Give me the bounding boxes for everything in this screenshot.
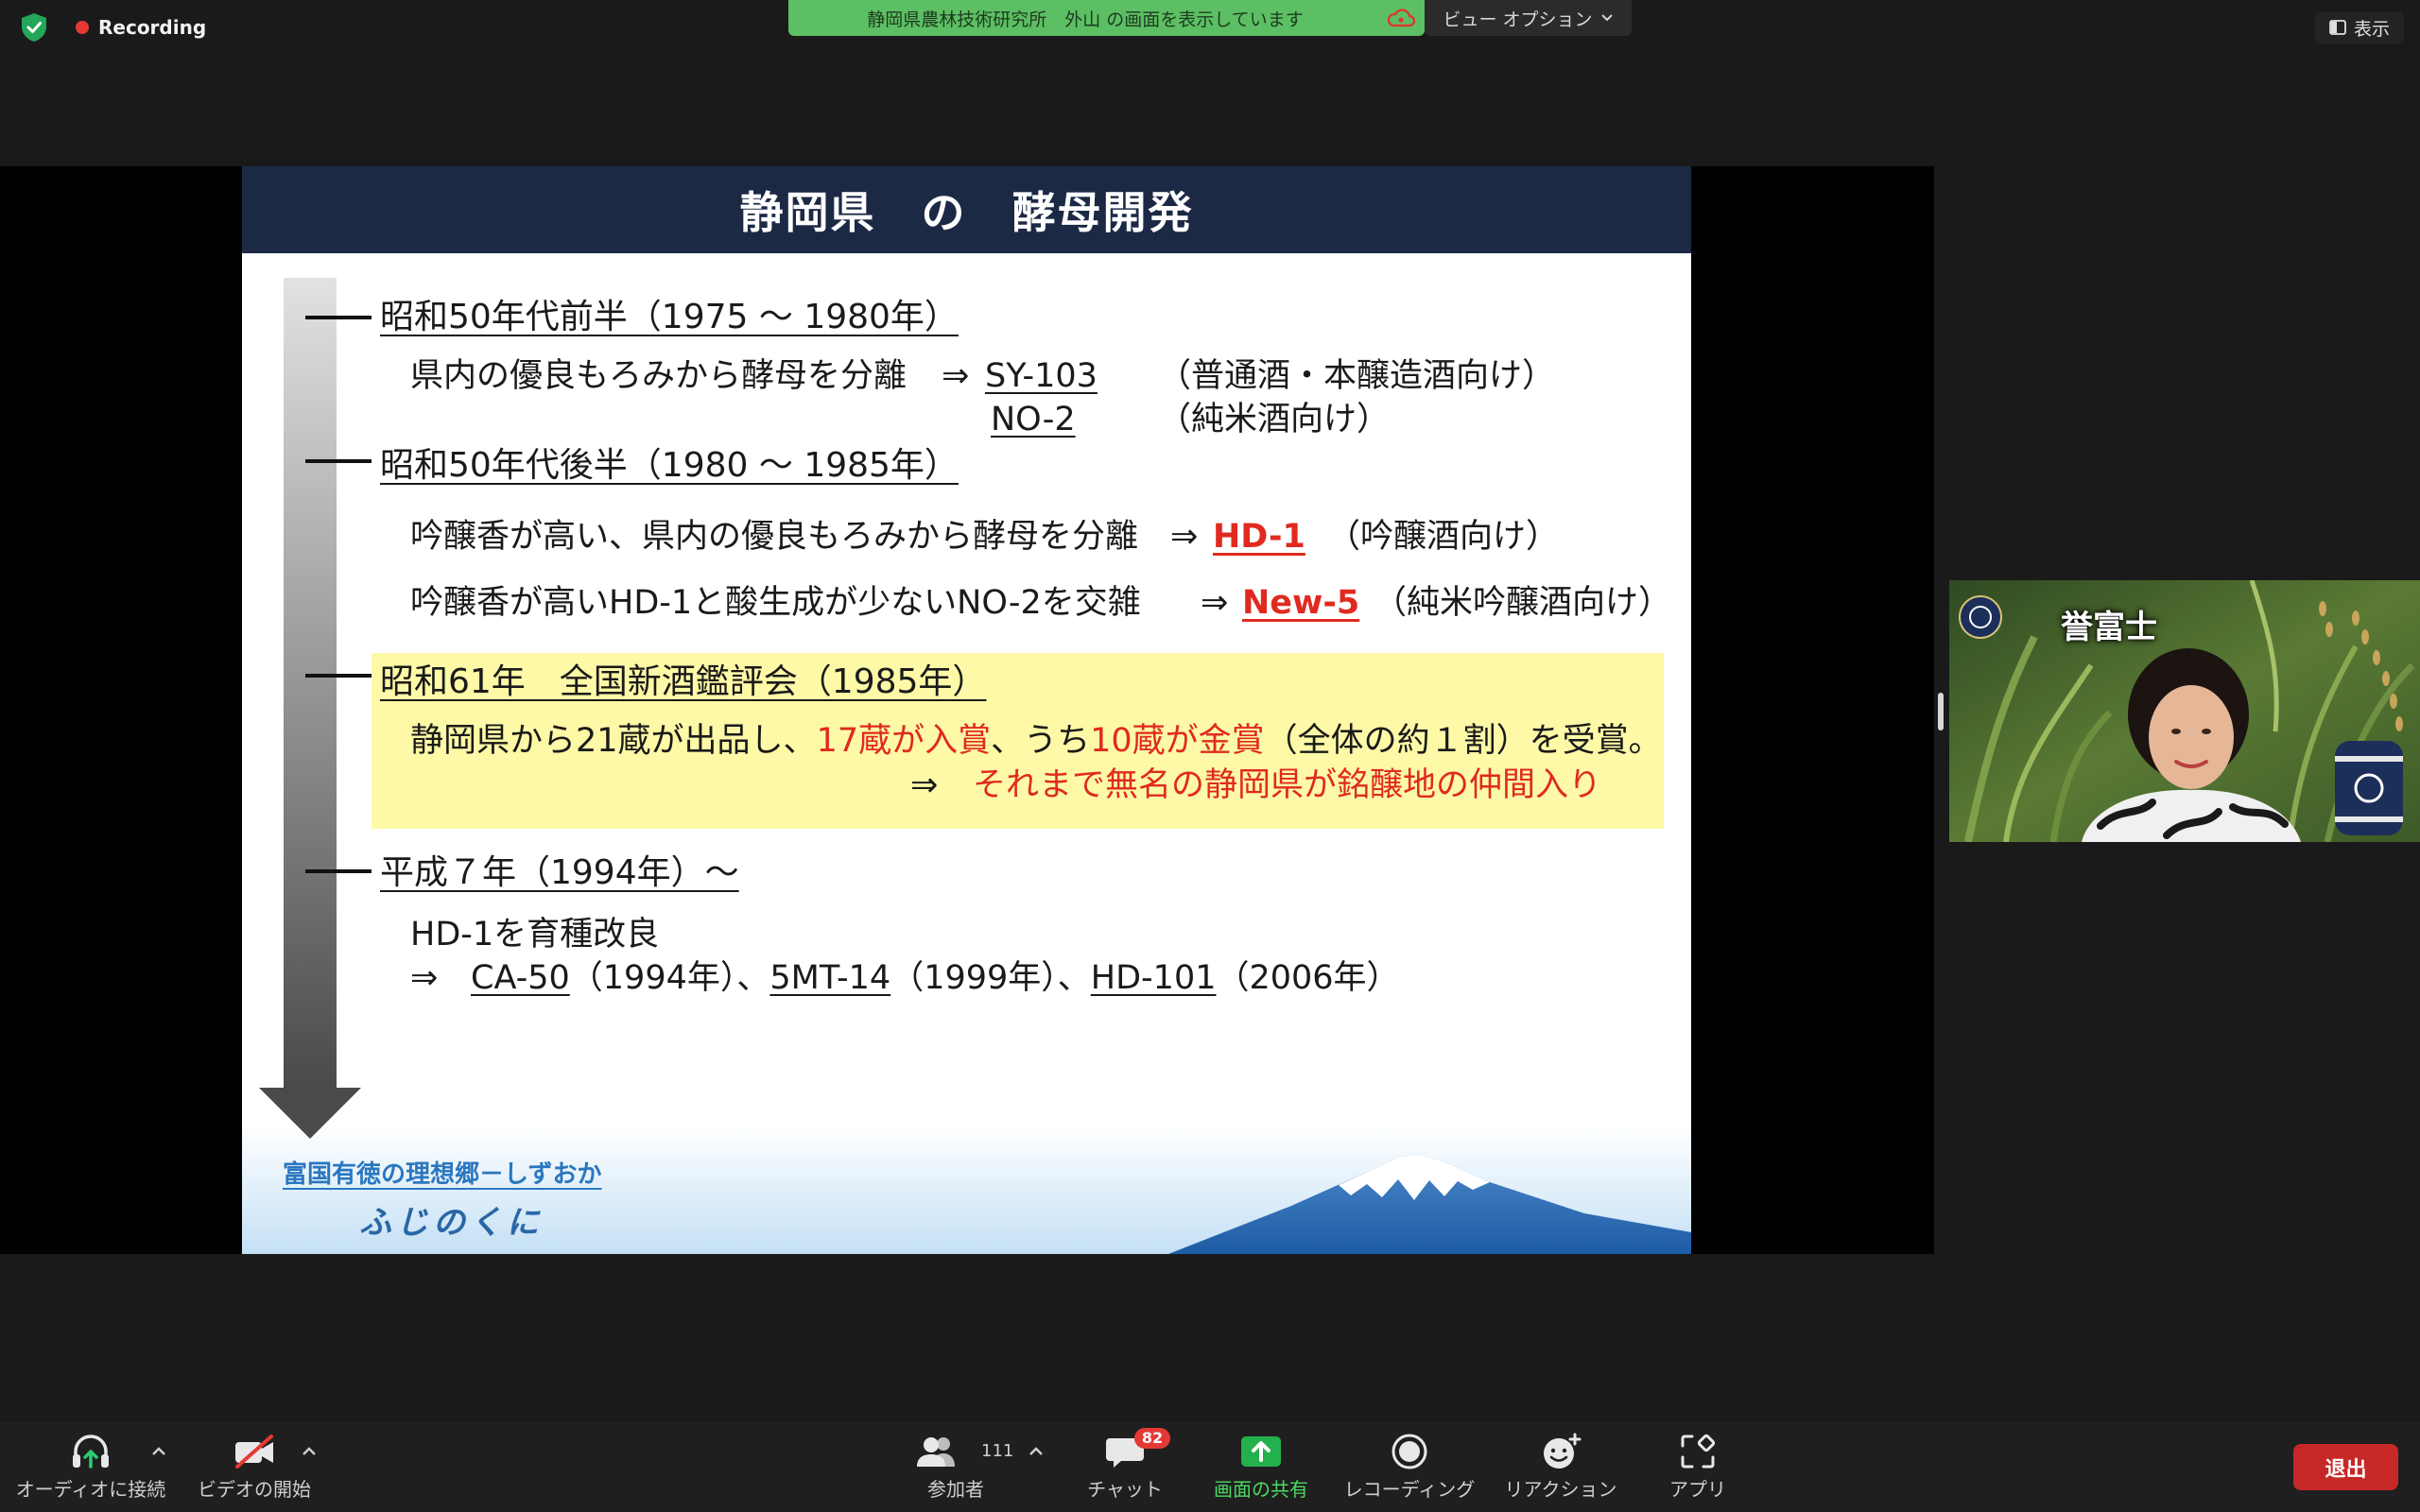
era3-heading: 昭和61年 全国新酒鑑評会（1985年） (380, 662, 987, 701)
era2-line1-text: 吟醸香が高い、県内の優良もろみから酵母を分離 (410, 518, 1139, 556)
recording-dot-icon (76, 21, 89, 34)
footer-brand: ふじのくに (359, 1204, 544, 1242)
record-label: レコーディング (1343, 1478, 1476, 1501)
era3-award-count: 17蔵が入賞 (816, 722, 992, 760)
view-options-button[interactable]: ビュー オプション (1425, 0, 1632, 36)
era4-year-1: （1994年） (569, 959, 737, 997)
panel-resize-handle[interactable] (1938, 693, 1944, 730)
era1-line1-note: （普通酒・本醸造酒向け） (1158, 357, 1556, 395)
era3-line2-arrow: ⇒ (910, 766, 939, 804)
era2-line1-note: （吟醸酒向け） (1327, 518, 1560, 556)
era2-line1-arrow: ⇒ (1170, 518, 1199, 556)
apps-label: アプリ (1669, 1478, 1726, 1501)
participant-video-tile[interactable]: 誉富士 (1949, 580, 2420, 842)
slide-header: 静岡県 の 酵母開発 (242, 166, 1691, 253)
participants-icon (915, 1435, 959, 1469)
recording-indicator[interactable]: Recording (76, 15, 206, 40)
era4-line2-arrow: ⇒ (410, 959, 439, 997)
participant-video-feed (1949, 580, 2420, 842)
era2-heading: 昭和50年代後半（1980 ～ 1985年） (380, 446, 959, 485)
timeline-bar (284, 278, 337, 1088)
era3-line1: 静岡県から21蔵が出品し、17蔵が入賞、うち10蔵が金賞（全体の約１割）を受賞。 (410, 720, 1662, 762)
era1-heading: 昭和50年代前半（1975 ～ 1980年） (380, 298, 959, 336)
display-label: 表示 (2353, 18, 2390, 40)
side-panel-icon (2329, 19, 2346, 36)
shared-slide: 静岡県 の 酵母開発 昭和50年代前半（1975 ～ 1980年） 県内の優良も… (242, 166, 1691, 1254)
era4-line1: HD-1を育種改良 (410, 916, 660, 954)
start-video-label: ビデオの開始 (198, 1478, 311, 1501)
era2-line2-text: 吟醸香が高いHD-1と酸生成が少ないNO-2を交雑 (410, 584, 1141, 622)
share-screen-icon (1240, 1435, 1282, 1468)
reactions-button[interactable]: リアクション (1490, 1427, 1632, 1508)
slide-title: 静岡県 の 酵母開発 (739, 187, 1194, 238)
era4-strain-hd101: HD-101 (1090, 959, 1217, 997)
start-video-button[interactable]: ビデオの開始 (188, 1427, 320, 1508)
record-button[interactable]: レコーディング (1333, 1427, 1486, 1508)
video-overlay-text: 誉富士 (2061, 609, 2157, 646)
participants-count: 111 (981, 1441, 1014, 1461)
era4-separator: 、 (736, 959, 770, 997)
display-toggle-button[interactable]: 表示 (2315, 11, 2404, 43)
chevron-down-icon (1600, 13, 1614, 23)
era4-heading: 平成７年（1994年）～ (380, 853, 739, 892)
leave-button[interactable]: 退出 (2293, 1444, 2398, 1490)
era4-strain-5mt14: 5MT-14 (769, 959, 891, 997)
join-audio-label: オーディオに接続 (15, 1478, 166, 1501)
era4-strain-ca50: CA-50 (471, 959, 570, 997)
era2-line2-arrow: ⇒ (1201, 584, 1229, 622)
era3-line1-part2: 、うち (991, 722, 1091, 760)
video-off-icon (232, 1433, 277, 1470)
era1-line2-note: （純米酒向け） (1158, 401, 1391, 438)
chat-label: チャット (1087, 1478, 1163, 1501)
share-banner: 静岡県農林技術研究所 外山 の画面を表示しています (788, 0, 1425, 36)
view-options-label: ビュー オプション (1443, 9, 1593, 30)
reactions-label: リアクション (1504, 1478, 1617, 1501)
era1-strain-no2: NO-2 (991, 401, 1076, 438)
leave-label: 退出 (2325, 1457, 2367, 1482)
era3-line1-part1: 静岡県から21蔵が出品し、 (410, 722, 817, 760)
record-icon (1391, 1433, 1428, 1470)
era4-year-2: （1999年） (890, 959, 1058, 997)
apps-icon (1679, 1433, 1717, 1470)
chat-unread-badge: 82 (1134, 1428, 1170, 1449)
share-banner-text: 静岡県農林技術研究所 外山 の画面を表示しています (867, 9, 1304, 30)
security-shield-icon[interactable] (20, 12, 48, 43)
recording-label: Recording (98, 16, 207, 39)
share-screen-label: 画面の共有 (1214, 1478, 1308, 1501)
era4-strain-list: CA-50（1994年）、5MT-14（1999年）、HD-101（2006年） (471, 957, 1400, 999)
audio-options-caret[interactable] (149, 1444, 168, 1459)
era1-strain-sy103: SY-103 (985, 357, 1098, 395)
video-options-caret[interactable] (300, 1444, 319, 1459)
join-audio-button[interactable]: オーディオに接続 (15, 1427, 166, 1508)
reaction-icon (1540, 1433, 1582, 1470)
headphones-icon (70, 1433, 112, 1470)
share-screen-button[interactable]: 画面の共有 (1190, 1427, 1332, 1508)
cloud-recording-icon (1386, 8, 1416, 28)
era2-strain-hd1: HD-1 (1213, 518, 1305, 556)
era1-line1-arrow: ⇒ (942, 357, 970, 395)
footer-slogan: 富国有徳の理想郷－しずおか (283, 1160, 602, 1189)
era3-line2-highlight: それまで無名の静岡県が銘醸地の仲間入り (973, 766, 1602, 804)
participants-options-caret[interactable] (1027, 1444, 1046, 1459)
era4-separator: 、 (1057, 959, 1091, 997)
era3-line1-part3: （全体の約１割）を受賞。 (1264, 722, 1662, 760)
era3-gold-count: 10蔵が金賞 (1090, 722, 1265, 760)
era1-line1-text: 県内の優良もろみから酵母を分離 (410, 357, 908, 395)
era4-year-3: （2006年） (1216, 959, 1400, 997)
participants-label: 参加者 (927, 1478, 984, 1501)
era2-strain-new5: New-5 (1242, 584, 1360, 622)
apps-button[interactable]: アプリ (1641, 1427, 1754, 1508)
era2-line2-note: （純米吟醸酒向け） (1374, 584, 1672, 622)
